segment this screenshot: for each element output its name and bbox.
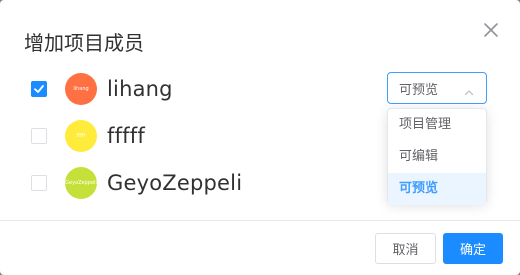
confirm-button[interactable]: 确定	[443, 233, 503, 264]
avatar-text: GeyoZeppeli	[65, 180, 97, 186]
member-row: fffff fffff	[31, 120, 371, 152]
dropdown-option-previewable[interactable]: 可预览	[388, 173, 486, 205]
footer-divider	[0, 220, 520, 221]
role-select[interactable]: 可预览	[387, 72, 487, 104]
chevron-up-icon	[464, 83, 474, 102]
member-name: GeyoZeppeli	[107, 171, 243, 195]
member-checkbox[interactable]	[31, 81, 47, 97]
avatar: lihang	[65, 73, 97, 105]
dialog-title: 增加项目成员	[24, 31, 144, 55]
check-icon	[34, 85, 44, 93]
member-name: fffff	[107, 124, 145, 148]
cancel-button[interactable]: 取消	[375, 233, 436, 264]
member-row: lihang lihang	[31, 73, 371, 105]
member-checkbox[interactable]	[31, 128, 47, 144]
dropdown-option-project-manage[interactable]: 项目管理	[388, 109, 486, 141]
avatar: fffff	[65, 120, 97, 152]
dropdown-option-editable[interactable]: 可编辑	[388, 141, 486, 173]
close-icon[interactable]	[481, 20, 501, 40]
member-checkbox[interactable]	[31, 175, 47, 191]
member-name: lihang	[107, 77, 173, 101]
avatar-text: lihang	[73, 86, 89, 92]
avatar: GeyoZeppeli	[65, 167, 97, 199]
member-row: GeyoZeppeli GeyoZeppeli	[31, 167, 371, 199]
role-dropdown: 项目管理 可编辑 可预览	[387, 108, 487, 205]
add-member-dialog: 增加项目成员 lihang lihang fffff fffff GeyoZep…	[0, 0, 520, 275]
avatar-text: fffff	[76, 133, 86, 139]
role-select-value: 可预览	[399, 82, 439, 98]
